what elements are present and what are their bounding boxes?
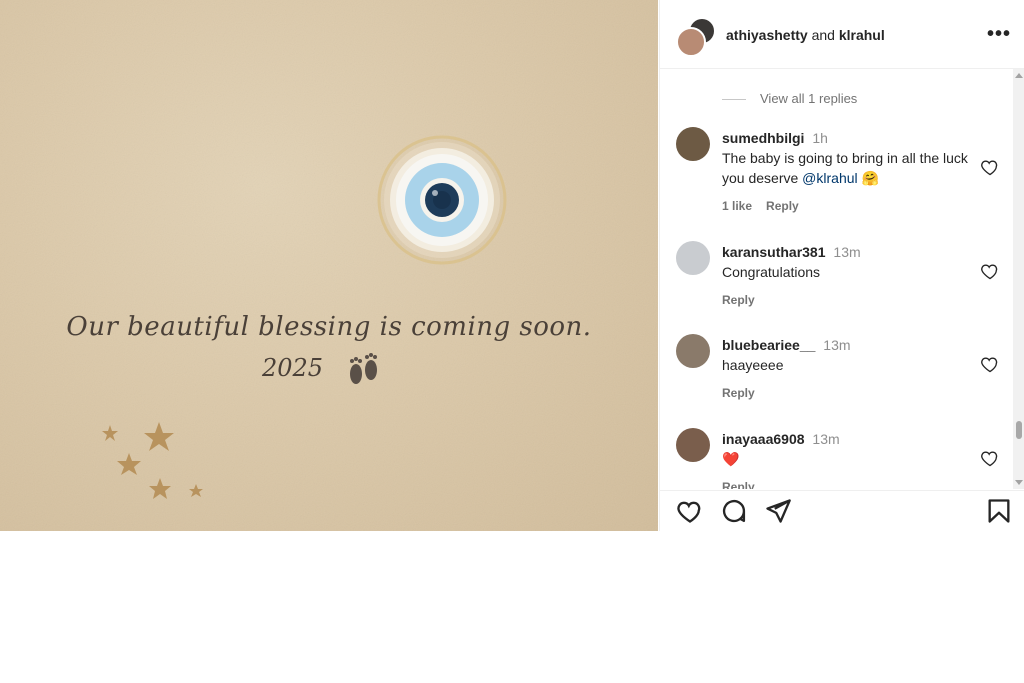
heart-emoji-icon: ❤️	[722, 451, 740, 467]
author-connector: and	[807, 27, 839, 43]
instagram-post: Our beautiful blessing is coming soon. 2…	[0, 0, 1024, 531]
author-link-1[interactable]: athiyashetty	[726, 27, 808, 43]
scroll-thumb[interactable]	[1016, 421, 1022, 439]
comment-meta: Reply	[722, 383, 972, 403]
like-comment-heart-icon[interactable]	[980, 448, 1000, 468]
like-comment-heart-icon[interactable]	[980, 354, 1000, 374]
reply-button[interactable]: Reply	[766, 199, 799, 213]
comment-meta: 1 like Reply	[722, 196, 972, 216]
hug-emoji-icon: 🤗	[861, 170, 879, 186]
collab-avatars[interactable]	[676, 17, 716, 57]
comment-icon[interactable]	[720, 497, 748, 525]
avatar[interactable]	[676, 241, 710, 275]
comment-time[interactable]: 13m	[833, 244, 860, 260]
comment-time[interactable]: 1h	[812, 130, 828, 146]
comment-body: inayaaa6908 13m ❤️ Reply	[722, 429, 972, 489]
avatar[interactable]	[676, 334, 710, 368]
comment-meta: Reply	[722, 477, 972, 489]
comment-time[interactable]: 13m	[812, 431, 839, 447]
action-bar	[660, 490, 1024, 532]
likes-count[interactable]: 1 like	[722, 199, 752, 213]
view-replies-label: View all 1 replies	[760, 91, 858, 106]
caption-line-1: Our beautiful blessing is coming soon.	[66, 312, 592, 342]
post-authors: athiyashetty and klrahul	[726, 27, 885, 43]
comment-username[interactable]: sumedhbilgi	[722, 130, 804, 146]
comment-body: bluebeariee__ 13m haayeeee Reply	[722, 335, 972, 403]
post-image-art	[0, 0, 658, 531]
heart-icon[interactable]	[676, 497, 704, 525]
comments-panel: athiyashetty and klrahul ••• View all 1 …	[659, 0, 1024, 531]
like-comment-heart-icon[interactable]	[980, 157, 1000, 177]
avatar[interactable]	[676, 428, 710, 462]
caption-line-2: 2025	[262, 354, 324, 382]
author-link-2[interactable]: klrahul	[839, 27, 885, 43]
comment-text: haayeeee	[722, 357, 784, 373]
mention-link[interactable]: @klrahul	[802, 170, 857, 186]
reply-button[interactable]: Reply	[722, 293, 755, 307]
view-replies-link[interactable]: View all 1 replies	[722, 91, 857, 106]
comment-list[interactable]: View all 1 replies sumedhbilgi 1h The ba…	[660, 69, 1012, 489]
share-icon[interactable]	[764, 497, 792, 525]
scroll-up-arrow-icon[interactable]	[1015, 73, 1023, 78]
comment-username[interactable]: karansuthar381	[722, 244, 826, 260]
comment-body: karansuthar381 13m Congratulations Reply	[722, 242, 972, 310]
comment-username[interactable]: inayaaa6908	[722, 431, 805, 447]
comment-username[interactable]: bluebeariee__	[722, 337, 815, 353]
avatar	[676, 27, 706, 57]
like-comment-heart-icon[interactable]	[980, 261, 1000, 281]
comment-text: Congratulations	[722, 264, 821, 280]
reply-button[interactable]: Reply	[722, 480, 755, 489]
comment-time[interactable]: 13m	[823, 337, 850, 353]
post-image[interactable]: Our beautiful blessing is coming soon. 2…	[0, 0, 658, 531]
post-header: athiyashetty and klrahul •••	[660, 0, 1024, 69]
more-options-icon[interactable]: •••	[987, 24, 1011, 44]
evil-eye-icon	[377, 135, 507, 265]
avatar[interactable]	[676, 127, 710, 161]
comment-body: sumedhbilgi 1h The baby is going to brin…	[722, 128, 972, 216]
bookmark-icon[interactable]	[985, 497, 1013, 525]
reply-button[interactable]: Reply	[722, 386, 755, 400]
comment-meta: Reply	[722, 290, 972, 310]
divider	[722, 99, 746, 101]
scroll-down-arrow-icon[interactable]	[1015, 480, 1023, 485]
comments-scrollbar[interactable]	[1013, 69, 1024, 489]
